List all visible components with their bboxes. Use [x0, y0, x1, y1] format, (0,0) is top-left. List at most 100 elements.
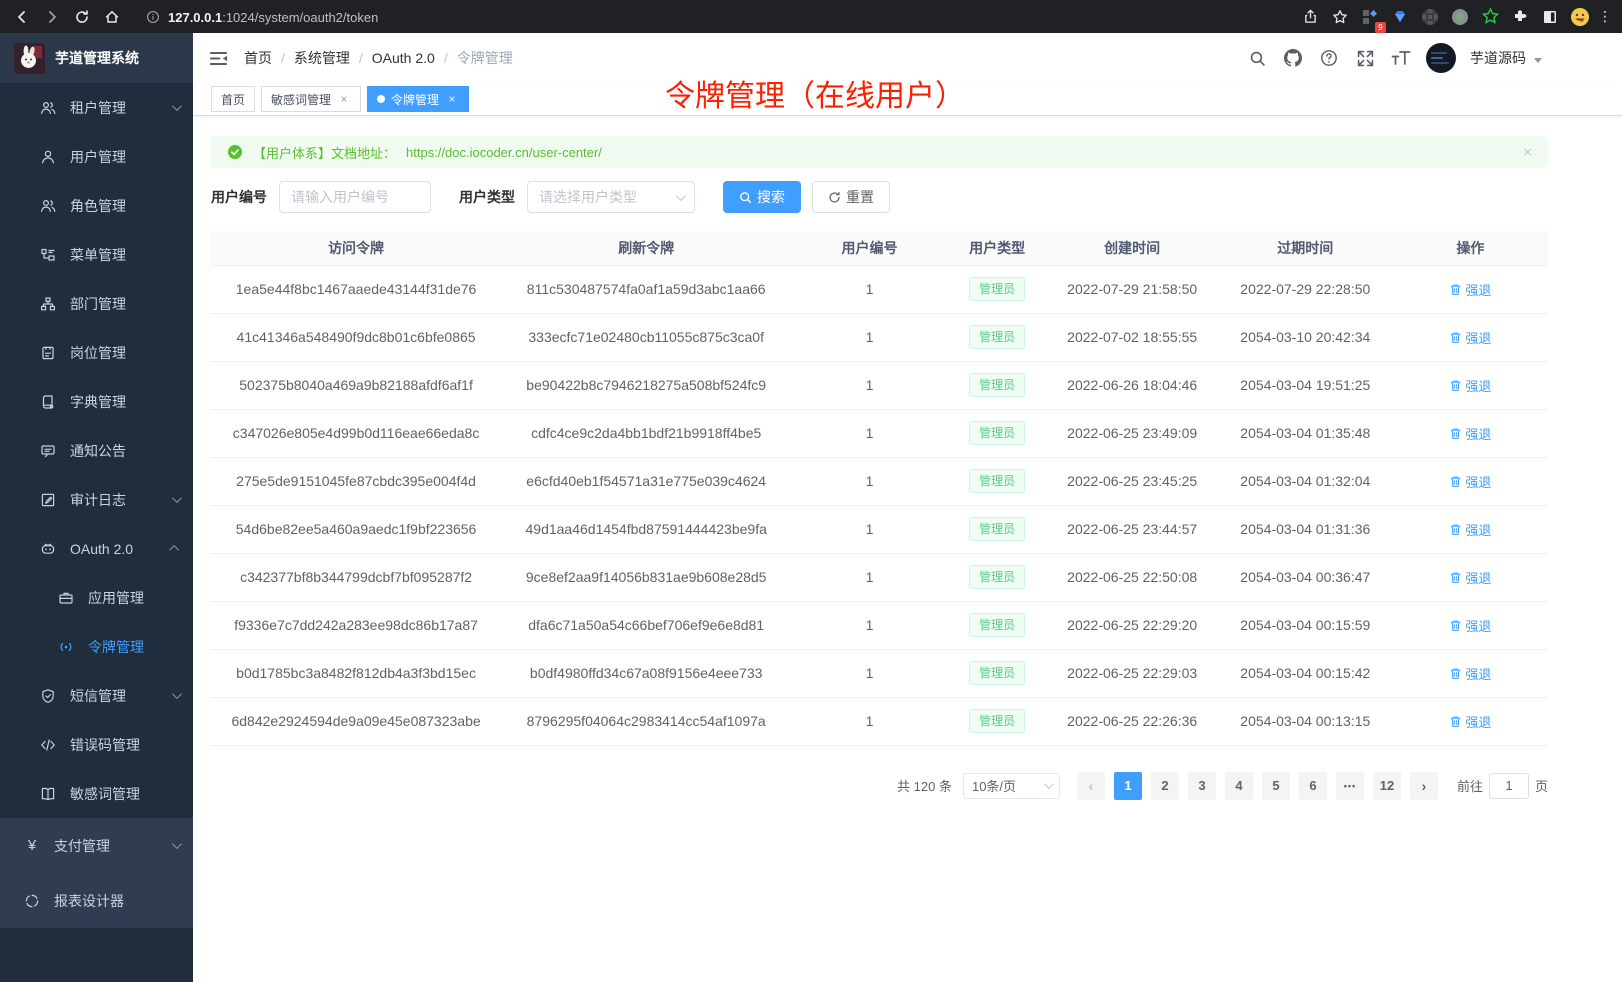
sidebar-item-tenant[interactable]: 租户管理: [0, 83, 193, 132]
fullscreen-icon[interactable]: [1354, 47, 1376, 69]
page-button-5[interactable]: 5: [1262, 772, 1290, 800]
collapse-sidebar-icon[interactable]: [209, 49, 228, 68]
force-logout-button[interactable]: 强退: [1449, 376, 1491, 395]
extension-star-icon[interactable]: [1478, 5, 1502, 29]
trash-icon: [1449, 427, 1462, 440]
goto-page-input[interactable]: [1489, 773, 1529, 799]
sidebar-item-post[interactable]: 岗位管理: [0, 328, 193, 377]
close-icon[interactable]: ×: [445, 92, 459, 106]
sidebar-item-errcode[interactable]: 错误码管理: [0, 720, 193, 769]
more-pages-button[interactable]: •••: [1336, 772, 1364, 800]
caret-down-icon[interactable]: [1534, 58, 1542, 63]
sidebar-item-oauth2-token[interactable]: 令牌管理: [0, 622, 193, 671]
sidebar-item-notice[interactable]: 通知公告: [0, 426, 193, 475]
sidebar-item-menu[interactable]: 菜单管理: [0, 230, 193, 279]
force-logout-button[interactable]: 强退: [1449, 280, 1491, 299]
next-page-button[interactable]: ›: [1410, 772, 1438, 800]
force-logout-button[interactable]: 强退: [1449, 568, 1491, 587]
breadcrumb-system[interactable]: 系统管理: [294, 48, 350, 68]
expire-time-cell: 2054-03-04 19:51:25: [1218, 361, 1393, 409]
sidebar-item-dept[interactable]: 部门管理: [0, 279, 193, 328]
sidebar-item-sensitive-word[interactable]: 敏感词管理: [0, 769, 193, 818]
page-button-1[interactable]: 1: [1114, 772, 1142, 800]
help-icon[interactable]: [1318, 47, 1340, 69]
page-button-4[interactable]: 4: [1225, 772, 1253, 800]
sidebar-item-pay[interactable]: ¥ 支付管理: [0, 818, 193, 873]
tag-token-manage[interactable]: 令牌管理×: [367, 86, 469, 112]
sidebar-item-role[interactable]: 角色管理: [0, 181, 193, 230]
force-logout-button[interactable]: 强退: [1449, 712, 1491, 731]
browser-forward-icon[interactable]: [40, 5, 64, 29]
book-open-icon: [40, 786, 56, 802]
col-create-time: 创建时间: [1047, 231, 1218, 265]
font-size-icon[interactable]: [1390, 47, 1412, 69]
chevron-down-icon: [172, 493, 182, 503]
reset-button[interactable]: 重置: [812, 181, 890, 213]
app-logo[interactable]: 芋道管理系统: [0, 33, 193, 83]
browser-home-icon[interactable]: [100, 5, 124, 29]
close-icon[interactable]: ×: [337, 92, 351, 106]
sidebar-item-sms[interactable]: 短信管理: [0, 671, 193, 720]
extension-gem-icon[interactable]: [1388, 5, 1412, 29]
force-logout-button[interactable]: 强退: [1449, 472, 1491, 491]
search-button[interactable]: 搜索: [723, 181, 801, 213]
page-button-6[interactable]: 6: [1299, 772, 1327, 800]
page-button-3[interactable]: 3: [1188, 772, 1216, 800]
user-type-cell: 管理员: [948, 601, 1047, 649]
sidebar-item-audit-log[interactable]: 审计日志: [0, 475, 193, 524]
force-logout-button[interactable]: 强退: [1449, 616, 1491, 635]
browser-menu-icon[interactable]: ⋮: [1598, 14, 1612, 19]
trash-icon: [1449, 379, 1462, 392]
user-id-cell: 1: [791, 553, 947, 601]
segmented-ring-icon: [24, 893, 40, 909]
force-logout-button[interactable]: 强退: [1449, 520, 1491, 539]
force-logout-button[interactable]: 强退: [1449, 424, 1491, 443]
share-icon[interactable]: [1298, 5, 1322, 29]
extension-record-icon[interactable]: [1448, 5, 1472, 29]
github-icon[interactable]: [1282, 47, 1304, 69]
extension-puzzle-icon[interactable]: [1508, 5, 1532, 29]
trash-icon: [1449, 619, 1462, 632]
tag-sensitive-word[interactable]: 敏感词管理×: [261, 86, 361, 112]
page-size-select[interactable]: 10条/页: [963, 773, 1060, 799]
page-button-12[interactable]: 12: [1373, 772, 1401, 800]
sidebar-item-dict[interactable]: 字典管理: [0, 377, 193, 426]
tag-home[interactable]: 首页: [211, 86, 255, 112]
alert-close-icon[interactable]: ×: [1523, 144, 1532, 161]
actions-cell: 强退: [1393, 553, 1548, 601]
sidebar-root-section: ¥ 支付管理 报表设计器: [0, 818, 193, 928]
user-id-input[interactable]: [279, 181, 431, 213]
extension-grid-icon[interactable]: 9: [1358, 5, 1382, 29]
user-type-select[interactable]: 请选择用户类型: [527, 181, 695, 213]
force-logout-button[interactable]: 强退: [1449, 328, 1491, 347]
user-avatar[interactable]: [1426, 43, 1456, 73]
breadcrumb-home[interactable]: 首页: [244, 48, 272, 68]
table-row: f9336e7c7dd242a283ee98dc86b17a87dfa6c71a…: [211, 601, 1548, 649]
username-label[interactable]: 芋道源码: [1470, 48, 1526, 68]
extension-panel-icon[interactable]: [1538, 5, 1562, 29]
user-id-cell: 1: [791, 697, 947, 745]
sidebar-item-oauth2-app[interactable]: 应用管理: [0, 573, 193, 622]
search-icon[interactable]: [1246, 47, 1268, 69]
sidebar-item-oauth2[interactable]: OAuth 2.0: [0, 524, 193, 573]
browser-back-icon[interactable]: [10, 5, 34, 29]
profile-emoji-icon[interactable]: [1568, 5, 1592, 29]
create-time-cell: 2022-06-25 23:45:25: [1047, 457, 1218, 505]
table-row: c347026e805e4d99b0d116eae66eda8ccdfc4ce9…: [211, 409, 1548, 457]
address-bar[interactable]: 127.0.0.1:1024/system/oauth2/token: [136, 5, 1286, 29]
extension-command-icon[interactable]: [1418, 5, 1442, 29]
browser-refresh-icon[interactable]: [70, 5, 94, 29]
page-content: 【用户体系】文档地址： https://doc.iocoder.cn/user-…: [193, 116, 1622, 800]
access-token-cell: 6d842e2924594de9a09e45e087323abe: [211, 697, 501, 745]
create-time-cell: 2022-06-25 23:49:09: [1047, 409, 1218, 457]
table-row: 6d842e2924594de9a09e45e087323abe8796295f…: [211, 697, 1548, 745]
sidebar-item-report-designer[interactable]: 报表设计器: [0, 873, 193, 928]
alert-doc-link[interactable]: https://doc.iocoder.cn/user-center/: [406, 145, 602, 160]
user-type-cell: 管理员: [948, 265, 1047, 313]
bookmark-star-icon[interactable]: [1328, 5, 1352, 29]
breadcrumb-oauth2[interactable]: OAuth 2.0: [372, 50, 435, 66]
prev-page-button[interactable]: ‹: [1077, 772, 1105, 800]
page-button-2[interactable]: 2: [1151, 772, 1179, 800]
force-logout-button[interactable]: 强退: [1449, 664, 1491, 683]
sidebar-item-user[interactable]: 用户管理: [0, 132, 193, 181]
